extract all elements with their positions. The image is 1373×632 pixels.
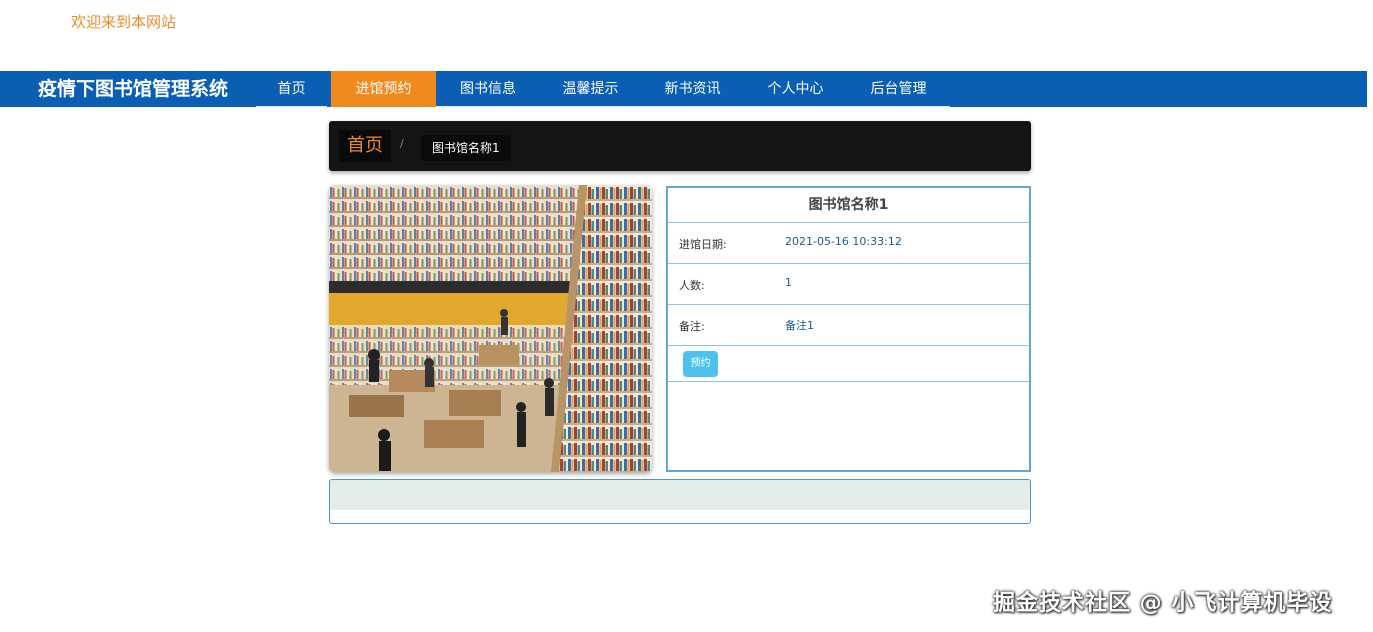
- remark-value: 备注1: [785, 319, 814, 332]
- library-name: 图书馆名称1: [668, 188, 1029, 223]
- remark-label: 备注:: [679, 320, 705, 333]
- remark-row: 备注: 备注1: [668, 305, 1029, 346]
- entry-date-label: 进馆日期:: [679, 238, 727, 251]
- nav-admin[interactable]: 后台管理: [847, 71, 950, 107]
- people-count-label: 人数:: [679, 279, 705, 292]
- entry-date-row: 进馆日期: 2021-05-16 10:33:12: [668, 223, 1029, 264]
- nav-new-books[interactable]: 新书资讯: [641, 71, 744, 107]
- nav-personal-center[interactable]: 个人中心: [744, 71, 847, 107]
- library-photo: [329, 185, 652, 472]
- main-navbar: 疫情下图书馆管理系统 首页 进馆预约 图书信息 温馨提示 新书资讯 个人中心 后…: [0, 71, 1367, 107]
- reserve-button[interactable]: 预约: [683, 351, 718, 377]
- site-brand: 疫情下图书馆管理系统: [38, 78, 229, 100]
- breadcrumb-current: 图书馆名称1: [421, 135, 511, 161]
- entry-date-value: 2021-05-16 10:33:12: [785, 235, 902, 248]
- people-count-value: 1: [785, 276, 792, 289]
- nav-reservation[interactable]: 进馆预约: [331, 71, 436, 107]
- library-detail-panel: 图书馆名称1 进馆日期: 2021-05-16 10:33:12 人数: 1 备…: [666, 186, 1031, 472]
- people-count-row: 人数: 1: [668, 264, 1029, 305]
- breadcrumb-separator: /: [400, 137, 404, 150]
- content-footer-panel: [329, 479, 1031, 524]
- nav-home[interactable]: 首页: [256, 71, 327, 107]
- footer-panel-fill: [330, 480, 1030, 510]
- breadcrumb: 首页 / 图书馆名称1: [329, 121, 1031, 171]
- nav-book-info[interactable]: 图书信息: [436, 71, 540, 107]
- action-row: 预约: [668, 346, 1029, 382]
- nav-tips[interactable]: 温馨提示: [540, 71, 641, 107]
- welcome-text: 欢迎来到本网站: [71, 13, 177, 31]
- watermark-text: 掘金技术社区 @ 小飞计算机毕设: [993, 591, 1333, 616]
- breadcrumb-home-link[interactable]: 首页: [339, 130, 391, 162]
